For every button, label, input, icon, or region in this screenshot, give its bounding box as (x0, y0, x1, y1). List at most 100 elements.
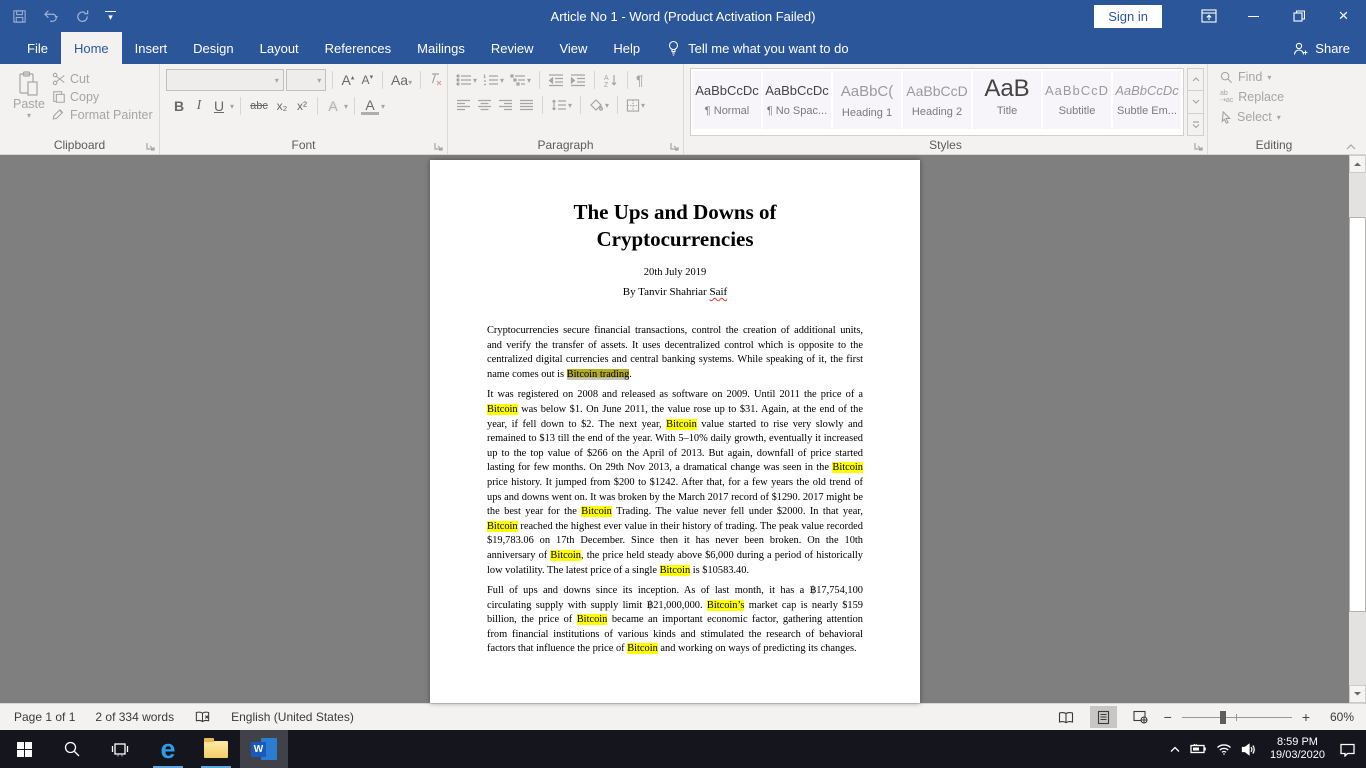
clear-formatting-button[interactable] (427, 73, 443, 87)
find-button[interactable]: Find ▾ (1220, 70, 1336, 84)
zoom-in-button[interactable]: + (1302, 709, 1310, 725)
clock[interactable]: 8:59 PM 19/03/2020 (1270, 736, 1325, 762)
numbering-button[interactable]: ▾ (481, 73, 506, 87)
text-effects-button[interactable]: A (324, 98, 342, 114)
zoom-slider-thumb[interactable] (1220, 711, 1226, 724)
ribbon-display-options-icon[interactable] (1186, 0, 1231, 32)
taskbar-search-button[interactable] (48, 730, 96, 768)
font-dialog-launcher-icon[interactable] (434, 142, 443, 151)
zoom-level[interactable]: 60% (1320, 710, 1354, 724)
wifi-icon[interactable] (1216, 743, 1232, 755)
styles-scroll-down-icon[interactable] (1188, 91, 1203, 113)
tab-mailings[interactable]: Mailings (404, 32, 478, 64)
close-button[interactable]: × (1321, 0, 1366, 32)
sign-in-button[interactable]: Sign in (1094, 5, 1162, 28)
clipboard-dialog-launcher-icon[interactable] (146, 142, 155, 151)
multilevel-list-button[interactable]: ▾ (508, 73, 533, 87)
line-spacing-button[interactable]: ▾ (549, 99, 574, 111)
read-mode-icon[interactable] (1053, 706, 1080, 728)
show-hide-pilcrow-button[interactable]: ¶ (634, 72, 646, 88)
justify-button[interactable] (517, 99, 536, 111)
sort-button[interactable]: AZ (601, 73, 621, 87)
replace-button[interactable]: ab⇢ac Replace (1220, 90, 1336, 104)
styles-dialog-launcher-icon[interactable] (1194, 142, 1203, 151)
tab-view[interactable]: View (546, 32, 600, 64)
start-button[interactable] (0, 730, 48, 768)
italic-button[interactable]: I (190, 98, 208, 114)
collapse-ribbon-icon[interactable] (1346, 144, 1356, 150)
style-subtitle[interactable]: AaBbCcD Subtitle (1043, 71, 1111, 129)
customize-qat-icon[interactable]: ▾ (105, 11, 116, 22)
battery-icon[interactable] (1190, 743, 1207, 755)
tab-insert[interactable]: Insert (122, 32, 181, 64)
align-center-button[interactable] (475, 99, 494, 111)
underline-button[interactable]: U (210, 98, 228, 114)
paragraph-2[interactable]: It was registered on 2008 and released a… (487, 388, 863, 578)
tab-layout[interactable]: Layout (247, 32, 312, 64)
font-name-combo[interactable]: ▾ (166, 69, 284, 91)
restore-button[interactable] (1276, 0, 1321, 32)
zoom-out-button[interactable]: − (1164, 709, 1172, 725)
print-layout-icon[interactable] (1090, 706, 1117, 728)
tab-home[interactable]: Home (61, 32, 122, 64)
paragraph-3[interactable]: Full of ups and downs since its inceptio… (487, 584, 863, 657)
borders-button[interactable]: ▾ (624, 99, 647, 112)
action-center-icon[interactable] (1339, 742, 1356, 757)
styles-more-icon[interactable] (1188, 114, 1203, 135)
tab-references[interactable]: References (312, 32, 404, 64)
save-icon[interactable] (12, 9, 27, 24)
tab-review[interactable]: Review (478, 32, 547, 64)
align-left-button[interactable] (454, 99, 473, 111)
vertical-scrollbar[interactable] (1349, 155, 1366, 703)
shading-button[interactable]: ▾ (587, 99, 611, 112)
shrink-font-button[interactable]: A▾ (359, 73, 376, 87)
document-page[interactable]: The Ups and Downs of Cryptocurrencies 20… (430, 160, 920, 703)
copy-button[interactable]: Copy (52, 90, 153, 104)
superscript-button[interactable]: x² (293, 99, 311, 113)
font-size-combo[interactable]: ▾ (286, 69, 327, 91)
redo-icon[interactable] (75, 9, 90, 24)
style-heading-1[interactable]: AaBbC( Heading 1 (833, 71, 901, 129)
language-indicator[interactable]: English (United States) (231, 710, 354, 724)
tab-file[interactable]: File (14, 32, 61, 64)
underline-caret-icon[interactable]: ▾ (230, 102, 234, 111)
style-subtle-emphasis[interactable]: AaBbCcDc Subtle Em... (1113, 71, 1181, 129)
page-indicator[interactable]: Page 1 of 1 (14, 710, 75, 724)
web-layout-icon[interactable] (1127, 706, 1154, 728)
style-heading-2[interactable]: AaBbCcD Heading 2 (903, 71, 971, 129)
cut-button[interactable]: Cut (52, 72, 153, 86)
scrollbar-thumb[interactable] (1349, 217, 1366, 612)
subscript-button[interactable]: x₂ (273, 99, 291, 113)
scroll-up-icon[interactable] (1349, 155, 1366, 173)
style-title[interactable]: AaB Title (973, 71, 1041, 129)
tray-chevron-up-icon[interactable] (1169, 745, 1181, 753)
grow-font-button[interactable]: A▴ (339, 72, 356, 88)
strikethrough-button[interactable]: abc (247, 100, 271, 112)
proofing-errors-icon[interactable] (194, 710, 211, 724)
increase-indent-button[interactable] (568, 73, 588, 87)
undo-icon[interactable] (42, 9, 60, 23)
select-button[interactable]: Select ▾ (1220, 110, 1336, 124)
change-case-button[interactable]: Aa▾ (389, 72, 414, 88)
share-button[interactable]: Share (1293, 32, 1366, 64)
tab-help[interactable]: Help (600, 32, 653, 64)
bold-button[interactable]: B (170, 98, 188, 114)
styles-scroll-up-icon[interactable] (1188, 69, 1203, 91)
minimize-button[interactable] (1231, 0, 1276, 32)
task-view-button[interactable] (96, 730, 144, 768)
style-no-spacing[interactable]: AaBbCcDc ¶ No Spac... (763, 71, 831, 129)
zoom-slider[interactable] (1182, 717, 1292, 718)
tell-me-box[interactable]: Tell me what you want to do (667, 32, 848, 64)
align-right-button[interactable] (496, 99, 515, 111)
font-color-button[interactable]: A (361, 98, 379, 115)
taskbar-edge-button[interactable]: e (144, 730, 192, 768)
bullets-button[interactable]: ▾ (454, 73, 479, 87)
volume-icon[interactable] (1241, 743, 1256, 756)
word-count[interactable]: 2 of 334 words (95, 710, 174, 724)
tab-design[interactable]: Design (180, 32, 246, 64)
paragraph-1[interactable]: Cryptocurrencies secure financial transa… (487, 324, 863, 382)
paste-button[interactable]: Paste ▾ (6, 69, 52, 136)
taskbar-file-explorer-button[interactable] (192, 730, 240, 768)
paragraph-dialog-launcher-icon[interactable] (670, 142, 679, 151)
taskbar-word-button[interactable]: W (240, 730, 288, 768)
